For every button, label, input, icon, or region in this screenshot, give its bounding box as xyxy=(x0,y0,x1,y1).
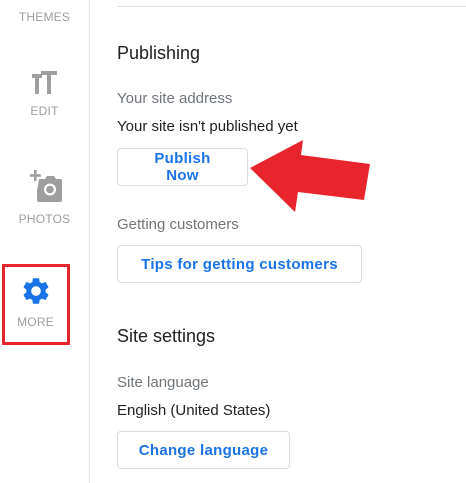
add-photo-icon xyxy=(29,170,62,202)
publishing-section-title: Publishing xyxy=(117,43,201,63)
sidebar-item-photos[interactable]: PHOTOS xyxy=(0,170,89,226)
site-language-value: English (United States) xyxy=(117,402,271,419)
sidebar-item-themes[interactable]: THEMES xyxy=(0,10,89,24)
annotation-highlight-box xyxy=(2,264,70,345)
text-format-icon xyxy=(31,71,57,94)
sidebar-item-label: EDIT xyxy=(30,104,59,118)
site-settings-title: Site settings xyxy=(117,326,216,346)
sidebar-item-label: THEMES xyxy=(18,10,71,24)
annotation-arrow xyxy=(250,140,370,212)
site-address-label: Your site address xyxy=(117,90,233,107)
change-language-button[interactable]: Change language xyxy=(117,431,290,469)
getting-customers-label: Getting customers xyxy=(117,216,239,233)
tips-customers-button[interactable]: Tips for getting customers xyxy=(117,245,362,283)
sidebar-item-label: PHOTOS xyxy=(18,212,71,226)
site-language-label: Site language xyxy=(117,374,209,391)
publish-now-button[interactable]: Publish Now xyxy=(117,148,248,186)
divider xyxy=(117,6,466,7)
sidebar-item-edit[interactable]: EDIT xyxy=(0,70,89,118)
site-address-value: Your site isn't published yet xyxy=(117,118,298,135)
sidebar-nav: THEMES EDIT PHOTOS MORE xyxy=(0,0,90,483)
